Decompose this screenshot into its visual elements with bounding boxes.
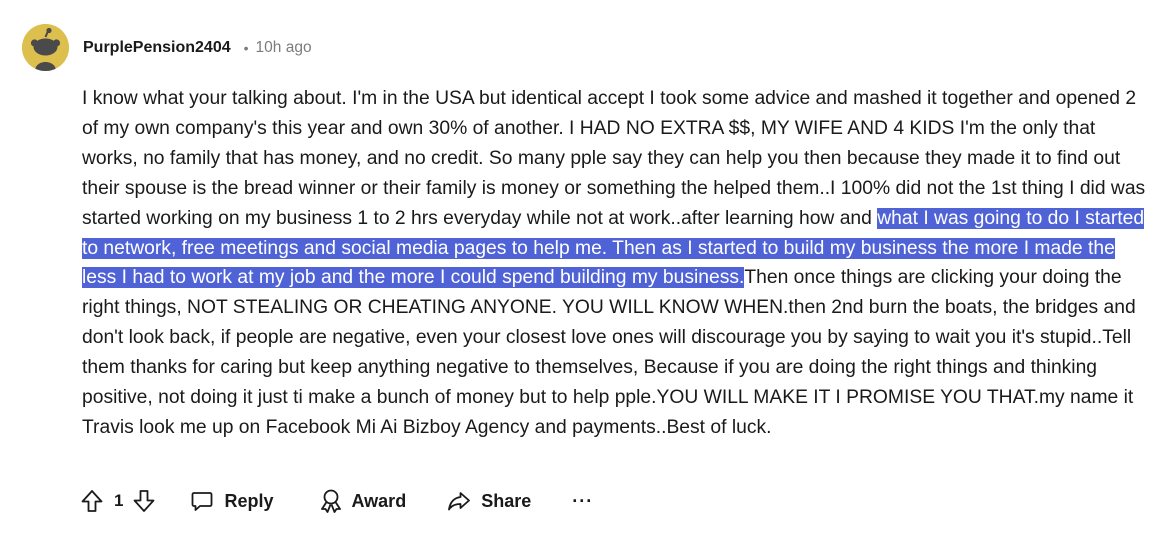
vote-count: 1 bbox=[114, 491, 124, 510]
speech-bubble-icon bbox=[190, 489, 214, 513]
comment-actions: 1 Reply Award Share ··· bbox=[80, 484, 593, 518]
avatar[interactable] bbox=[22, 24, 69, 71]
award-label: Award bbox=[351, 490, 407, 511]
comment-text-after: Then once things are clicking your doing… bbox=[82, 267, 1136, 438]
downvote-arrow-icon bbox=[132, 488, 156, 514]
comment: PurplePension2404 • 10h ago I know what … bbox=[0, 0, 1157, 552]
upvote-button[interactable] bbox=[80, 488, 104, 514]
reply-button[interactable]: Reply bbox=[190, 489, 274, 513]
share-button[interactable]: Share bbox=[447, 489, 531, 513]
username-link[interactable]: PurplePension2404 bbox=[83, 39, 231, 57]
meta-separator: • bbox=[243, 40, 249, 56]
share-arrow-icon bbox=[447, 489, 471, 513]
comment-body: I know what your talking about. I'm in t… bbox=[82, 84, 1150, 443]
award-ribbon-icon bbox=[318, 488, 344, 514]
downvote-button[interactable] bbox=[132, 488, 156, 514]
more-options-button[interactable]: ··· bbox=[572, 491, 593, 512]
upvote-arrow-icon bbox=[80, 488, 104, 514]
timestamp[interactable]: 10h ago bbox=[256, 39, 312, 57]
award-button[interactable]: Award bbox=[318, 488, 407, 514]
share-label: Share bbox=[481, 490, 532, 511]
comment-meta: PurplePension2404 • 10h ago bbox=[83, 37, 312, 59]
comment-text: I know what your talking about. I'm in t… bbox=[82, 84, 1150, 443]
snoo-avatar-icon bbox=[22, 24, 69, 71]
reply-label: Reply bbox=[224, 490, 274, 511]
